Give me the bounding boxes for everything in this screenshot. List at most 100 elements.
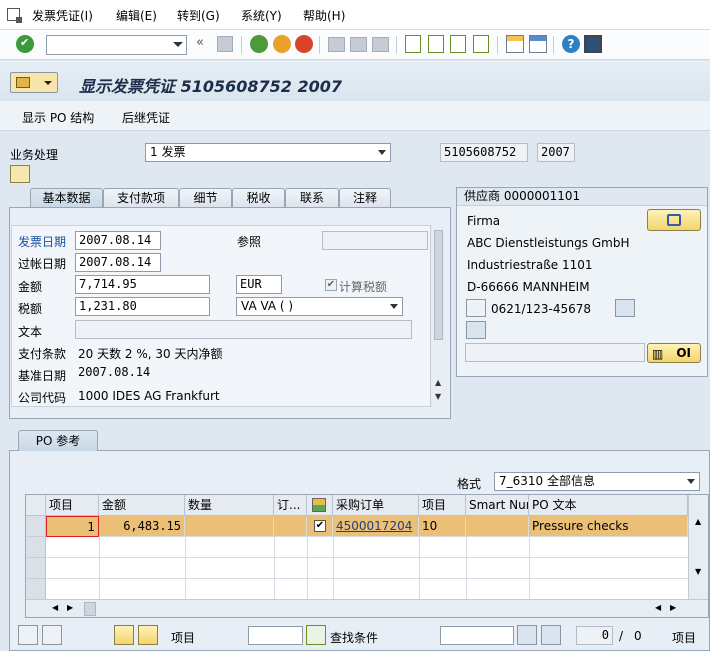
column-po-item[interactable]: 项目 <box>419 495 466 516</box>
find-next-icon[interactable] <box>372 37 389 52</box>
item-search-field[interactable] <box>248 626 303 645</box>
find-icon[interactable] <box>350 37 367 52</box>
currency-field[interactable]: EUR <box>236 275 282 294</box>
system-menu-icon[interactable] <box>7 8 22 23</box>
scroll-down-icon[interactable]: ▼ <box>695 567 701 576</box>
table-row[interactable] <box>46 558 688 579</box>
tax-amount-field[interactable]: 1,231.80 <box>75 297 210 316</box>
contact-icon[interactable] <box>466 299 486 317</box>
create-session-icon[interactable] <box>506 35 524 53</box>
row-selector[interactable] <box>26 579 46 600</box>
cell-po-number[interactable]: 4500017204 <box>333 516 419 537</box>
scroll-left-icon[interactable]: ◀ <box>52 603 58 612</box>
sort-ascending-icon[interactable] <box>114 625 134 645</box>
column-po-text[interactable]: PO 文本 <box>529 495 688 516</box>
search-criteria-icon[interactable] <box>306 625 326 645</box>
menu-invoice[interactable]: 发票凭证(I) <box>32 7 93 24</box>
table-row[interactable]: 1 6,483.15 ✔ 4500017204 10 Pressure chec… <box>46 516 688 537</box>
scrollbar-thumb[interactable] <box>84 602 96 616</box>
menu-system[interactable]: 系统(Y) <box>241 7 282 24</box>
scroll-right-icon[interactable]: ▶ <box>670 603 676 612</box>
follow-on-documents-button[interactable]: 后继凭证 <box>122 109 170 126</box>
bank-icon[interactable] <box>466 321 486 339</box>
deselect-all-icon[interactable] <box>42 625 62 645</box>
sort-descending-icon[interactable] <box>138 625 158 645</box>
table-row[interactable] <box>46 579 688 600</box>
row-selector[interactable] <box>26 516 46 537</box>
services-for-object-button[interactable] <box>10 72 58 93</box>
vendor-detail-button[interactable] <box>647 209 701 231</box>
column-item[interactable]: 项目 <box>46 495 99 516</box>
column-quantity[interactable]: 数量 <box>185 495 274 516</box>
chevron-down-icon[interactable] <box>173 42 183 47</box>
form-scrollbar[interactable]: ▲ ▼ <box>430 226 446 406</box>
column-flag[interactable] <box>307 495 333 516</box>
print-icon[interactable] <box>328 37 345 52</box>
phone-icon[interactable] <box>615 299 635 317</box>
tax-code-select[interactable]: VA VA ( ) <box>236 297 403 316</box>
layout-menu-icon[interactable] <box>584 35 602 53</box>
back-icon[interactable] <box>250 35 268 53</box>
row-selector[interactable] <box>26 558 46 579</box>
cell-smart-number[interactable] <box>466 516 529 537</box>
tab-payment[interactable]: 支付款项 <box>103 188 179 208</box>
cell-po-text[interactable]: Pressure checks <box>529 516 688 537</box>
grid-vertical-scrollbar[interactable]: ▲ ▼ <box>688 495 708 599</box>
calc-tax-checkbox[interactable]: ✔ <box>325 279 337 291</box>
tab-details[interactable]: 细节 <box>179 188 232 208</box>
row-checkbox[interactable]: ✔ <box>314 520 326 532</box>
next-page-icon[interactable] <box>450 35 466 53</box>
tree-toggle-icon[interactable] <box>10 165 30 183</box>
command-field[interactable] <box>46 35 187 55</box>
menu-help[interactable]: 帮助(H) <box>303 7 345 24</box>
help-icon[interactable]: ? <box>562 35 580 53</box>
cancel-icon[interactable] <box>295 35 313 53</box>
tab-po-reference[interactable]: PO 参考 <box>18 430 98 451</box>
previous-page-icon[interactable] <box>428 35 444 53</box>
first-page-icon[interactable] <box>405 35 421 53</box>
scroll-right-icon[interactable]: ▶ <box>67 603 73 612</box>
shortcut-icon[interactable] <box>529 35 547 53</box>
cell-quantity[interactable] <box>185 516 274 537</box>
column-po-number[interactable]: 采购订单 <box>333 495 419 516</box>
reference-field[interactable] <box>322 231 428 250</box>
last-page-icon[interactable] <box>473 35 489 53</box>
cell-order-unit[interactable] <box>274 516 307 537</box>
column-amount[interactable]: 金额 <box>99 495 185 516</box>
save-icon[interactable] <box>217 36 233 52</box>
find-icon[interactable] <box>517 625 537 645</box>
tab-notes[interactable]: 注释 <box>339 188 391 208</box>
layout-select[interactable]: 7_6310 全部信息 <box>494 472 700 491</box>
invoice-date-field[interactable]: 2007.08.14 <box>75 231 161 250</box>
grid-horizontal-scrollbar[interactable]: ◀ ▶ ◀ ▶ <box>26 599 708 617</box>
scroll-up-icon[interactable]: ▲ <box>695 517 701 526</box>
back-arrows-icon[interactable]: « <box>196 35 214 53</box>
tab-tax[interactable]: 税收 <box>232 188 285 208</box>
search-criteria-field[interactable] <box>440 626 514 645</box>
table-row[interactable] <box>46 537 688 558</box>
column-order-unit[interactable]: 订... <box>274 495 307 516</box>
tab-basic-data[interactable]: 基本数据 <box>30 188 103 208</box>
enter-icon[interactable] <box>16 35 34 53</box>
tab-contact[interactable]: 联系 <box>285 188 339 208</box>
menu-goto[interactable]: 转到(G) <box>177 7 220 24</box>
amount-field[interactable]: 7,714.95 <box>75 275 210 294</box>
show-po-structure-button[interactable]: 显示 PO 结构 <box>22 109 94 126</box>
menu-edit[interactable]: 编辑(E) <box>116 7 157 24</box>
find-next-icon[interactable] <box>541 625 561 645</box>
column-smart-number[interactable]: Smart Num <box>466 495 529 516</box>
transaction-select[interactable]: 1 发票 <box>145 143 391 162</box>
grid-select-all[interactable] <box>26 495 46 516</box>
scrollbar-thumb[interactable] <box>434 230 443 340</box>
text-field[interactable] <box>75 320 412 339</box>
bank-field[interactable] <box>465 343 645 362</box>
scroll-down-icon[interactable]: ▼ <box>435 392 441 401</box>
scroll-up-icon[interactable]: ▲ <box>435 378 441 387</box>
scroll-left-icon[interactable]: ◀ <box>655 603 661 612</box>
cell-amount[interactable]: 6,483.15 <box>99 516 185 537</box>
posting-date-field[interactable]: 2007.08.14 <box>75 253 161 272</box>
cell-po-item[interactable]: 10 <box>419 516 466 537</box>
select-all-icon[interactable] <box>18 625 38 645</box>
row-selector[interactable] <box>26 537 46 558</box>
cell-item[interactable]: 1 <box>46 516 99 537</box>
